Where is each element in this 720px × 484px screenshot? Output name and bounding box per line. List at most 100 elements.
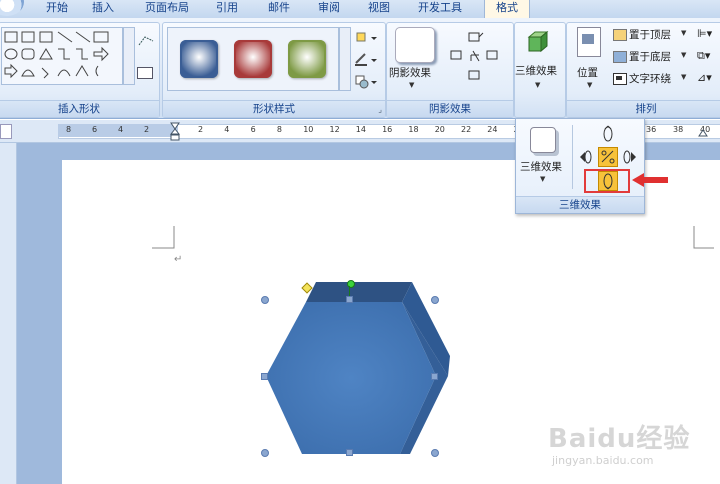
ruler-tick: 20 [434,125,445,134]
group-arrange: 位置 ▼ 置于顶层 ▼ 置于底层 ▼ 文字环绕 ▼ ⊫▾ ⧉▾ ⊿▾ 排列 [566,22,720,118]
text-wrap-button[interactable]: 文字环绕 [629,71,671,86]
shapes-gallery-scroll[interactable] [123,27,135,85]
group-objects-icon[interactable]: ⧉▾ [697,49,710,63]
watermark-brand: Baidu经验 [548,424,691,454]
change-shape-icon[interactable] [353,73,381,92]
shadow-dropdown-arrow[interactable]: ▼ [409,81,414,89]
group-3d-effects: 三维效果 ▼ [514,22,566,118]
tab-references[interactable]: 引用 [210,0,244,18]
tab-view[interactable]: 视图 [362,0,396,18]
3d-effects-dropdown-arrow[interactable]: ▼ [535,81,540,89]
3d-popup-dropdown-arrow[interactable]: ▼ [540,175,545,183]
ribbon-tab-bar: 开始 插入 页面布局 引用 邮件 审阅 视图 开发工具 格式 [0,0,720,19]
ruler-tick-left: 4 [118,125,124,134]
send-back-arrow[interactable]: ▼ [681,51,686,59]
shape-fill-icon[interactable] [353,29,381,48]
ruler-tick-left: 2 [144,125,150,134]
ruler-tick: 18 [408,125,419,134]
group-shadow-effects: 阴影效果 ▼ 阴影效果 [386,22,514,118]
shape-style-gallery[interactable] [167,27,339,91]
shapes-gallery-icons [4,31,109,79]
resize-handle-top[interactable] [346,296,353,303]
group-insert-shapes-label: 插入形状 [0,100,159,117]
position-dropdown-arrow[interactable]: ▼ [587,81,592,89]
style-swatch-green[interactable] [288,40,326,78]
send-to-back-button[interactable]: 置于底层 [629,49,671,64]
ruler-tick: 16 [382,125,393,134]
3d-effects-icon[interactable] [525,29,551,53]
text-wrap-arrow[interactable]: ▼ [681,73,686,81]
tab-developer[interactable]: 开发工具 [412,0,468,18]
popup-divider [572,125,573,189]
text-wrap-icon [613,73,627,85]
rotate-icon[interactable]: ⊿▾ [697,71,712,84]
tilt-left-icon[interactable] [578,149,594,168]
ruler-tick: 2 [198,125,204,134]
shadow-effects-button[interactable]: 阴影效果 [389,65,431,80]
resize-handle-left[interactable] [261,373,268,380]
group-shape-styles: 形状样式 ⌟ [162,22,386,118]
3d-effects-popup-button[interactable]: 三维效果 [520,159,562,174]
shadow-nudge-icons[interactable] [443,27,509,91]
tilt-right-icon[interactable] [620,149,638,168]
red-arrow-icon [632,173,668,187]
vertical-ruler[interactable] [0,143,17,484]
position-button[interactable]: 位置 [577,65,598,80]
margin-corner-right [693,226,714,249]
ruler-tick: 12 [329,125,340,134]
ruler-tick: 22 [461,125,472,134]
group-arrange-label: 排列 [567,100,720,117]
text-box-icon[interactable] [137,67,153,79]
ruler-tick: 24 [487,125,498,134]
resize-handle-br[interactable] [431,449,439,457]
tab-home[interactable]: 开始 [40,0,74,18]
ruler-tick-left: 8 [66,125,72,134]
office-button[interactable] [0,0,24,16]
3d-effects-popup: 三维效果 ▼ 三维效果 [515,118,645,214]
dialog-launcher-icon[interactable]: ⌟ [378,105,382,114]
position-icon[interactable] [577,27,601,57]
style-swatch-red[interactable] [234,40,272,78]
3d-effects-popup-icon[interactable] [530,127,556,153]
3d-effects-popup-label: 三维效果 [516,196,644,213]
bring-to-front-button[interactable]: 置于顶层 [629,27,671,42]
style-swatch-blue[interactable] [180,40,218,78]
resize-handle-bottom[interactable] [346,449,353,456]
ruler-tick-far: 36 [646,125,657,134]
tab-review[interactable]: 审阅 [312,0,346,18]
tilt-down-icon[interactable] [598,171,618,191]
group-shadow-effects-label: 阴影效果 [387,100,513,117]
3d-toggle-icon[interactable] [598,147,618,167]
tab-mailings[interactable]: 邮件 [262,0,296,18]
tab-insert[interactable]: 插入 [86,0,120,18]
paragraph-mark: ↵ [174,254,183,265]
right-indent-marker-icon[interactable] [698,124,708,137]
edit-points-icon[interactable] [137,33,155,50]
resize-handle-bl[interactable] [261,449,269,457]
shape-outline-icon[interactable] [353,51,381,70]
resize-handle-right[interactable] [431,373,438,380]
tab-page-layout[interactable]: 页面布局 [140,0,194,18]
hexagon-3d-shape[interactable] [250,276,450,462]
resize-handle-tl[interactable] [261,296,269,304]
bring-front-arrow[interactable]: ▼ [681,29,686,37]
bring-to-front-icon [613,29,627,41]
tab-selector[interactable] [0,124,12,139]
indent-marker-icon[interactable] [169,122,181,145]
ruler-tick: 8 [276,125,282,134]
group-shape-styles-label: 形状样式 [163,100,385,117]
style-gallery-scroll[interactable] [339,27,351,91]
ruler-tick: 10 [303,125,314,134]
shapes-gallery[interactable] [1,27,123,85]
align-icon[interactable]: ⊫▾ [697,27,712,40]
ruler-tick-far: 38 [673,125,684,134]
tab-format[interactable]: 格式 [484,0,530,19]
resize-handle-tr[interactable] [431,296,439,304]
ruler-tick: 14 [355,125,366,134]
rotation-handle-stem [349,286,350,296]
shadow-effects-icon[interactable] [395,27,435,63]
tilt-up-icon[interactable] [600,125,616,146]
watermark-url: jingyan.baidu.com [552,454,654,467]
3d-effects-button[interactable]: 三维效果 [515,63,557,78]
ruler-tick-left: 6 [92,125,98,134]
